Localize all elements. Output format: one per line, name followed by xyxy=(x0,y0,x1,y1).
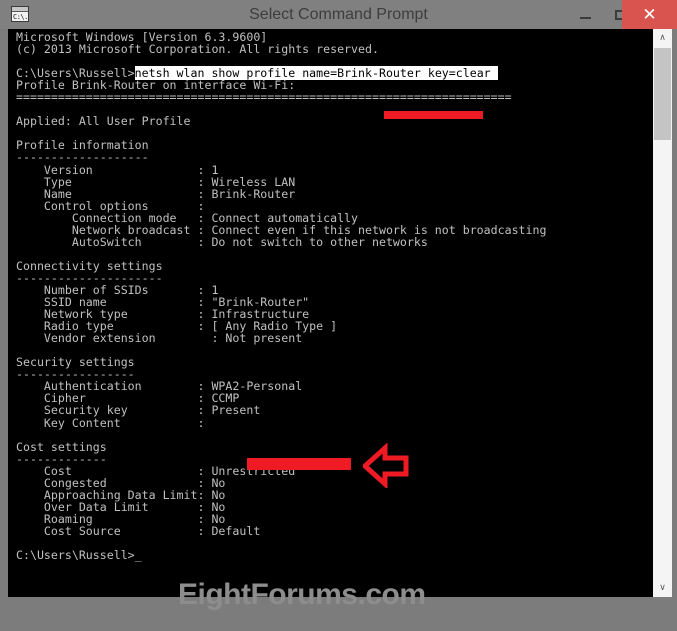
command-prompt-icon[interactable]: C:\. xyxy=(11,6,29,22)
close-icon: ✕ xyxy=(642,4,657,24)
selected-command-text: netsh wlan show profile name=Brink-Route… xyxy=(134,66,498,81)
minimize-icon xyxy=(580,16,591,19)
scrollbar-thumb[interactable] xyxy=(654,48,671,140)
red-redaction-key-content xyxy=(247,458,351,470)
scroll-down-icon[interactable]: ∨ xyxy=(653,579,672,597)
close-button[interactable]: ✕ xyxy=(622,0,677,29)
red-left-arrow-icon xyxy=(363,443,409,488)
minimize-button[interactable] xyxy=(568,0,603,29)
console-output-area[interactable]: Microsoft Windows [Version 6.3.9600] (c)… xyxy=(8,29,653,597)
icon-prompt-text: C:\. xyxy=(13,13,28,21)
scroll-up-icon[interactable]: ∧ xyxy=(653,29,672,47)
red-underline-brink-router xyxy=(384,111,483,119)
console-frame: Microsoft Windows [Version 6.3.9600] (c)… xyxy=(5,29,672,599)
command-prompt-window: C:\. Select Command Prompt ✕ Microsoft W… xyxy=(0,0,677,631)
title-bar[interactable]: C:\. Select Command Prompt ✕ xyxy=(0,0,677,29)
vertical-scrollbar[interactable]: ∧ ∨ xyxy=(653,29,672,597)
watermark: EightForums.com xyxy=(178,578,426,611)
